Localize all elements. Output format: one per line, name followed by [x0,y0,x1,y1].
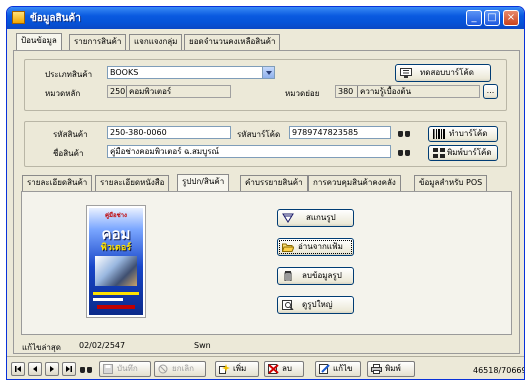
edit-button[interactable]: แก้ไข [315,361,361,377]
save-icon [103,364,114,374]
delete-record-icon [268,364,279,374]
product-type-value: BOOKS [110,68,139,77]
main-category-field[interactable]: 250 คอมพิวเตอร์ [107,85,231,98]
edit-record-icon [319,364,330,374]
scan-image-button[interactable]: สแกนรูป [277,209,354,227]
tab-inventory-control[interactable]: การควบคุมสินค้าคงคลัง [308,175,401,191]
last-edit-date: 02/02/2547 [79,341,126,350]
trash-icon [282,271,294,282]
product-type-label: ประเภทสินค้า [45,70,93,79]
print-barcode-label: พิมพ์บาร์โค้ด [447,148,492,157]
printer-icon [371,364,382,374]
main-category-name: คอมพิวเตอร์ [129,87,172,96]
tab-product-list[interactable]: รายการสินค้า [69,34,127,50]
add-button[interactable]: เพิ่ม [215,361,259,377]
scanner-icon [282,213,294,223]
window-title: ข้อมูลสินค้า [30,13,81,24]
last-edit-label: แก้ไขล่าสุด [22,343,61,352]
product-code-input[interactable]: 250-380-0060 [107,126,231,139]
tab-cover-image[interactable]: รูปปก/สินค้า [177,174,230,192]
test-barcode-label: ทดสอบบาร์โค้ด [420,68,474,77]
product-name-label: ชื่อสินค้า [53,149,84,158]
product-data-window: ข้อมูลสินค้า _ □ × ป้อนข้อมูล รายการสินค… [6,6,525,380]
product-group: รหัสสินค้า 250-380-0060 รหัสบาร์โค้ด 978… [24,121,507,167]
tab-input[interactable]: ป้อนข้อมูล [16,33,62,51]
app-icon [12,11,25,24]
last-record-button[interactable] [62,362,76,376]
close-button[interactable]: × [503,10,519,26]
binoculars-search-icon[interactable] [398,147,410,157]
sub-category-label: หมวดย่อย [285,89,320,98]
product-name-input[interactable]: คู่มือช่างคอมพิวเตอร์ ฉ.สมบูรณ์ [107,145,391,158]
barcode-icon [433,129,445,139]
book-cover-stripe [93,298,123,301]
book-cover-stripe [97,305,135,309]
input-panel: ประเภทสินค้า BOOKS ทดสอบบาร์โค้ด หมวดหลั… [13,50,520,354]
delete-label: ลบ [282,364,292,373]
delete-button[interactable]: ลบ [264,361,304,377]
test-barcode-button[interactable]: ทดสอบบาร์โค้ด [395,64,491,82]
delete-image-label: ลบข้อมูลรูป [302,271,342,280]
book-cover-photo [95,256,137,286]
cancel-label: ยกเลิก [172,364,195,373]
delete-image-button[interactable]: ลบข้อมูลรูป [277,267,354,285]
book-cover-series-text: คู่มือช่าง [105,212,127,219]
sub-category-name: ความรู้เบื้องต้น [360,87,412,96]
product-image: คู่มือช่าง คอม พิวเตอร์ [86,205,146,318]
tab-pos-data[interactable]: ข้อมูลสำหรับ POS [414,175,488,191]
product-code-label: รหัสสินค้า [53,130,88,139]
tab-description[interactable]: คำบรรยายสินค้า [240,175,308,191]
binoculars-search-icon[interactable] [398,128,410,138]
minimize-button[interactable]: _ [466,10,482,26]
tab-product-details[interactable]: รายละเอียดสินค้า [22,175,93,191]
barcode-input[interactable]: 9789747823585 [289,126,391,139]
product-type-select[interactable]: BOOKS [107,66,275,79]
edit-label: แก้ไข [333,364,353,373]
view-large-image-button[interactable]: ดูรูปใหญ่ [277,296,354,314]
make-barcode-label: ทำบาร์โค้ด [449,129,488,138]
folder-open-icon [281,242,295,252]
add-record-icon [219,364,230,374]
barcode-print-icon [433,148,445,158]
save-label: บันทึก [117,364,138,373]
sub-category-code: 380 [338,87,354,96]
tab-group-breakdown[interactable]: แจกแจงกลุ่ม [129,34,183,50]
scan-image-label: สแกนรูป [306,213,336,222]
binoculars-find-icon[interactable] [80,364,92,374]
tab-stock-balance[interactable]: ยอดจำนวนคงเหลือสินค้า [184,34,281,50]
record-counter: 46518/70669 [473,366,525,375]
cover-image-panel: คู่มือช่าง คอม พิวเตอร์ สแกนรูป อ่านจากแ… [21,191,512,335]
chevron-down-icon[interactable] [262,67,274,78]
magnifier-icon [282,300,294,311]
view-large-image-label: ดูรูปใหญ่ [302,300,333,309]
barcode-test-icon [400,68,412,78]
title-bar[interactable]: ข้อมูลสินค้า _ □ × [7,7,524,29]
save-button[interactable]: บันทึก [99,361,151,377]
tab-book-details[interactable]: รายละเอียดหนังสือ [95,175,170,191]
maximize-button[interactable]: □ [484,10,500,26]
load-from-file-label: อ่านจากแฟ้ม [298,242,343,251]
bottom-toolbar: บันทึก ยกเลิก เพิ่ม ลบ แก้ไข พิมพ์ 46518… [7,356,525,379]
book-cover: คู่มือช่าง คอม พิวเตอร์ [89,208,143,315]
first-record-button[interactable] [11,362,25,376]
load-from-file-button[interactable]: อ่านจากแฟ้ม [277,238,354,256]
make-barcode-button[interactable]: ทำบาร์โค้ด [428,126,498,142]
cancel-button[interactable]: ยกเลิก [154,361,206,377]
book-cover-subtitle-text: พิวเตอร์ [100,243,132,253]
main-category-label: หมวดหลัก [45,89,81,98]
main-category-code: 250 [110,87,126,96]
last-edit-user: Swn [194,341,211,350]
barcode-label: รหัสบาร์โค้ด [237,130,281,139]
previous-record-button[interactable] [28,362,42,376]
cancel-icon [158,364,169,374]
category-group: ประเภทสินค้า BOOKS ทดสอบบาร์โค้ด หมวดหลั… [24,59,507,111]
browse-sub-category-button[interactable]: ... [483,84,498,99]
print-button[interactable]: พิมพ์ [367,361,415,377]
book-cover-stripe [93,292,139,295]
print-label: พิมพ์ [385,364,401,373]
print-barcode-button[interactable]: พิมพ์บาร์โค้ด [428,145,498,161]
next-record-button[interactable] [45,362,59,376]
sub-category-field[interactable]: 380 ความรู้เบื้องต้น [335,85,480,98]
add-label: เพิ่ม [233,364,247,373]
